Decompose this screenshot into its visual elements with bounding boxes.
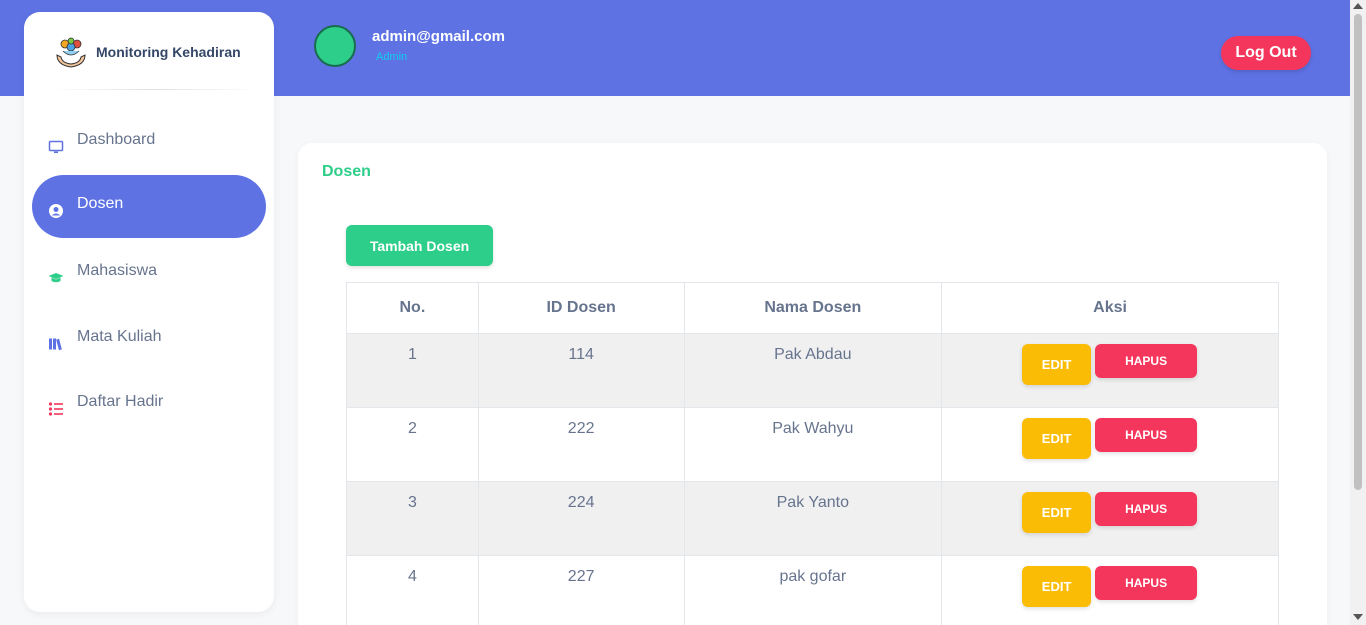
sidebar-item-dosen[interactable]: Dosen [32, 175, 266, 238]
dosen-card: Dosen Tambah Dosen No. ID Dosen Nama Dos… [298, 143, 1327, 625]
scroll-up-arrow-icon[interactable] [1353, 3, 1363, 9]
user-email: admin@gmail.com [372, 28, 505, 45]
hapus-button[interactable]: HAPUS [1095, 566, 1198, 600]
list-icon [48, 401, 64, 417]
sidebar-divider [48, 89, 258, 90]
brand-name: Monitoring Kehadiran [96, 44, 241, 60]
column-header-no: No. [346, 282, 479, 334]
action-group: EDIT HAPUS [942, 344, 1278, 385]
column-header-aksi: Aksi [941, 282, 1279, 334]
table-row: 3 224 Pak Yanto EDIT HAPUS [346, 481, 1279, 556]
cell-nama-dosen: Pak Yanto [683, 481, 943, 556]
table-header-row: No. ID Dosen Nama Dosen Aksi [346, 282, 1279, 334]
action-group: EDIT HAPUS [942, 492, 1278, 533]
table-row: 2 222 Pak Wahyu EDIT HAPUS [346, 407, 1279, 482]
page-scrollbar[interactable] [1350, 0, 1366, 625]
sidebar-item-label: Dashboard [77, 131, 156, 148]
page-title: Dosen [322, 163, 371, 180]
sidebar-item-label: Mata Kuliah [77, 328, 162, 345]
cell-nama-dosen: Pak Wahyu [683, 407, 943, 482]
cell-aksi: EDIT HAPUS [941, 333, 1279, 408]
cell-aksi: EDIT HAPUS [941, 407, 1279, 482]
sidebar: Monitoring Kehadiran Dashboard Dosen Mah… [24, 12, 274, 612]
edit-button[interactable]: EDIT [1022, 492, 1092, 533]
edit-button[interactable]: EDIT [1022, 344, 1092, 385]
sidebar-item-daftar-hadir[interactable]: Daftar Hadir [32, 373, 266, 436]
sidebar-item-mahasiswa[interactable]: Mahasiswa [32, 242, 266, 305]
column-header-nama-dosen: Nama Dosen [683, 282, 943, 334]
cell-id-dosen: 224 [477, 481, 685, 556]
scrollbar-thumb[interactable] [1354, 14, 1362, 490]
edit-button[interactable]: EDIT [1022, 566, 1092, 607]
brand-logo-icon [56, 37, 86, 68]
sidebar-item-label: Mahasiswa [77, 262, 158, 279]
cell-nama-dosen: pak gofar [683, 555, 943, 625]
table-row: 4 227 pak gofar EDIT HAPUS [346, 555, 1279, 625]
cell-no: 1 [346, 333, 479, 408]
cell-aksi: EDIT HAPUS [941, 555, 1279, 625]
hapus-button[interactable]: HAPUS [1095, 492, 1198, 526]
sidebar-item-dashboard[interactable]: Dashboard [32, 111, 266, 174]
table-row: 1 114 Pak Abdau EDIT HAPUS [346, 333, 1279, 408]
sidebar-item-label: Dosen [77, 195, 124, 212]
brand[interactable]: Monitoring Kehadiran [54, 34, 241, 70]
action-group: EDIT HAPUS [942, 418, 1278, 459]
edit-button[interactable]: EDIT [1022, 418, 1092, 459]
column-header-id-dosen: ID Dosen [477, 282, 685, 334]
dosen-table: No. ID Dosen Nama Dosen Aksi 1 114 Pak A… [346, 282, 1279, 625]
add-dosen-button[interactable]: Tambah Dosen [346, 225, 493, 266]
cell-id-dosen: 227 [477, 555, 685, 625]
sidebar-item-label: Daftar Hadir [77, 393, 164, 410]
cell-aksi: EDIT HAPUS [941, 481, 1279, 556]
cell-no: 2 [346, 407, 479, 482]
user-role: Admin [376, 51, 408, 63]
sidebar-item-mata-kuliah[interactable]: Mata Kuliah [32, 308, 266, 371]
logout-button[interactable]: Log Out [1221, 36, 1311, 70]
cell-no: 3 [346, 481, 479, 556]
hapus-button[interactable]: HAPUS [1095, 344, 1198, 378]
graduation-cap-icon [48, 270, 64, 286]
cell-id-dosen: 114 [477, 333, 685, 408]
cell-no: 4 [346, 555, 479, 625]
monitor-icon [48, 139, 64, 155]
cell-id-dosen: 222 [477, 407, 685, 482]
books-icon [48, 336, 64, 352]
scroll-down-arrow-icon[interactable] [1353, 614, 1363, 620]
cell-nama-dosen: Pak Abdau [683, 333, 943, 408]
avatar[interactable] [314, 25, 356, 67]
user-circle-icon [48, 203, 64, 219]
action-group: EDIT HAPUS [942, 566, 1278, 607]
hapus-button[interactable]: HAPUS [1095, 418, 1198, 452]
